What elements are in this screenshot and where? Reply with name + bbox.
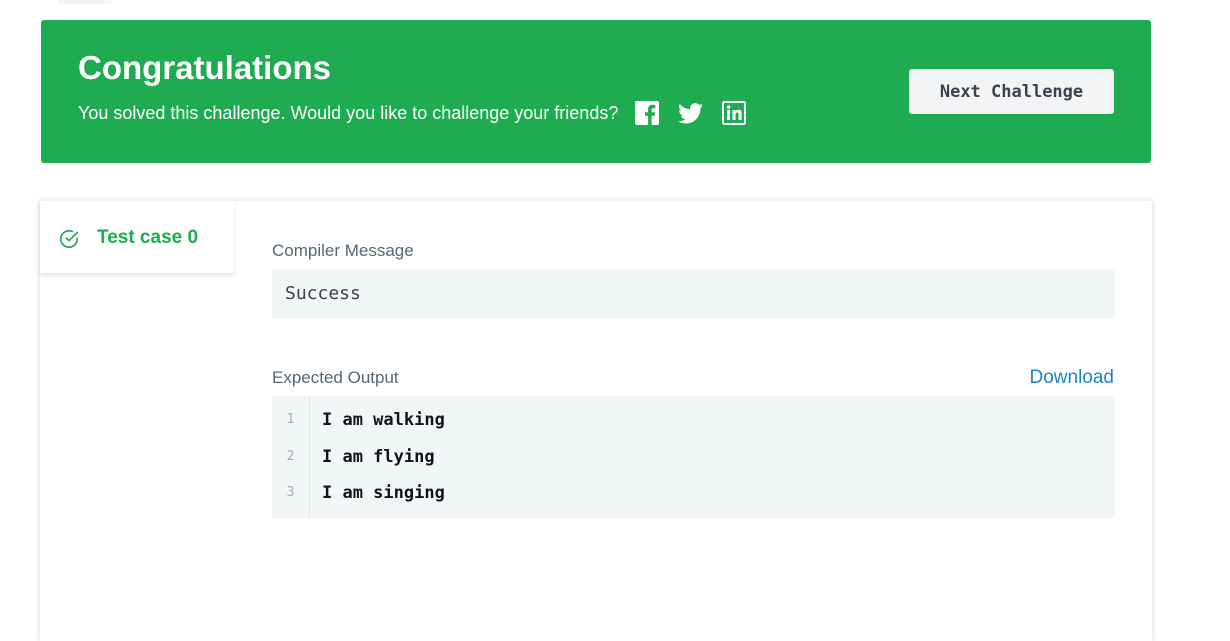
output-line: 1 I am walking (272, 408, 1115, 432)
linkedin-icon[interactable] (721, 100, 747, 126)
banner-subtitle: You solved this challenge. Would you lik… (78, 103, 619, 123)
tab-label: Test case 0 (97, 227, 199, 248)
expected-output-label: Expected Output (272, 368, 399, 387)
download-link[interactable]: Download (1030, 367, 1115, 389)
output-line-text: I am walking (322, 410, 445, 430)
compiler-message-label: Compiler Message (272, 241, 414, 260)
banner-subtitle-row: You solved this challenge. Would you lik… (78, 100, 747, 126)
output-line: 2 I am flying (272, 445, 1115, 469)
compiler-message-box: Success (272, 269, 1115, 318)
next-challenge-button[interactable]: Next Challenge (909, 69, 1114, 114)
success-banner: Congratulations You solved this challeng… (41, 20, 1151, 163)
line-number: 3 (286, 485, 295, 500)
twitter-icon[interactable] (677, 100, 703, 126)
top-tab-fragment (58, 0, 112, 4)
tab-test-case-0[interactable]: Test case 0 (40, 201, 234, 273)
output-line-text: I am flying (322, 447, 435, 467)
banner-title: Congratulations (78, 49, 331, 86)
line-number: 2 (286, 449, 295, 464)
expected-output-box: 1 I am walking 2 I am flying 3 I am sing… (272, 396, 1115, 518)
test-results-panel: Test case 0 Compiler Message Success Exp… (40, 201, 1152, 641)
output-line-text: I am singing (322, 483, 445, 503)
output-line: 3 I am singing (272, 481, 1115, 505)
line-number: 1 (286, 412, 295, 427)
check-circle-icon (59, 229, 79, 248)
facebook-icon[interactable] (634, 100, 660, 126)
